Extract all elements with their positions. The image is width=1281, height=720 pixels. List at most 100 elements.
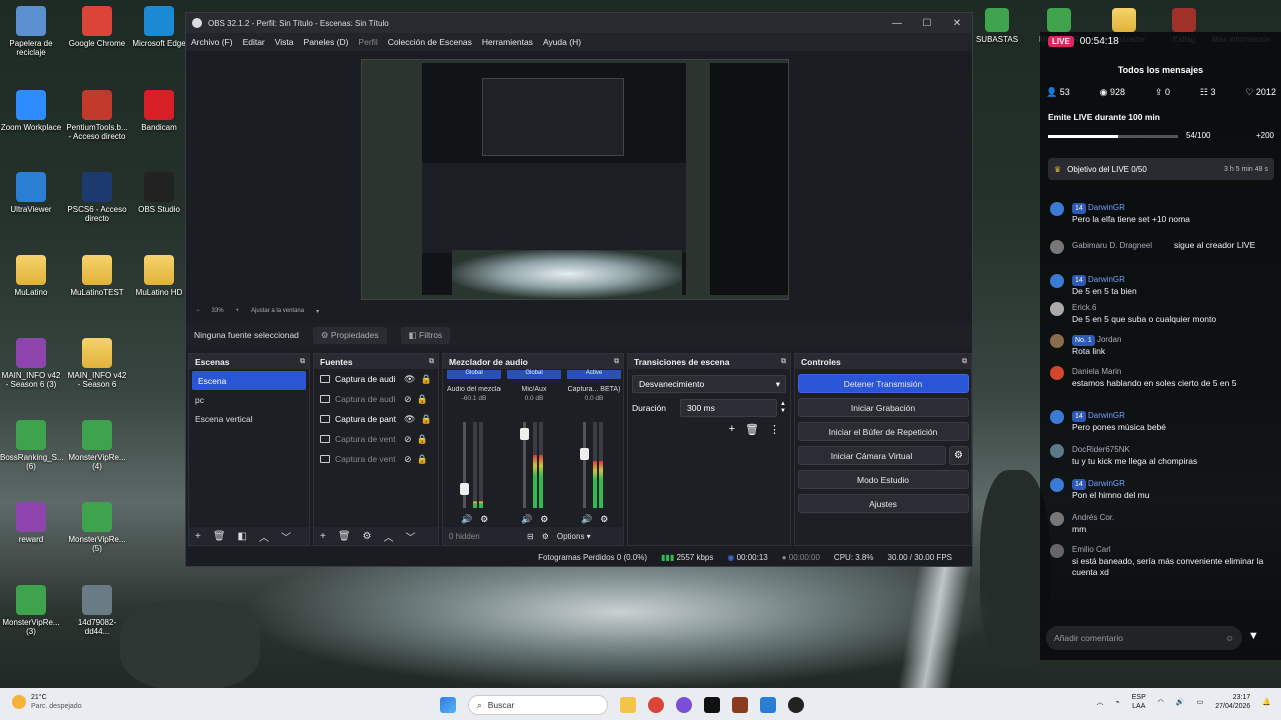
weather-widget[interactable]: 21°C Parc. despejado — [12, 693, 82, 711]
avatar[interactable] — [1050, 512, 1064, 526]
chevron-down-icon[interactable]: ﹀ — [406, 529, 416, 544]
desktop-icon[interactable]: reward — [0, 502, 62, 544]
avatar[interactable] — [1050, 544, 1064, 558]
desktop-icon[interactable]: PentiumTools.b... - Acceso directo — [66, 90, 128, 141]
scene-item[interactable]: Escena — [192, 371, 306, 390]
gear-icon[interactable]: ⚙ — [948, 446, 969, 465]
slider-knob[interactable] — [520, 427, 529, 440]
desktop-icon[interactable]: SUBASTAS — [968, 8, 1026, 44]
slider-knob[interactable] — [580, 447, 589, 460]
preview-canvas[interactable] — [361, 59, 789, 300]
avatar[interactable] — [1050, 274, 1064, 288]
gear-icon[interactable]: ⚙ — [600, 514, 608, 525]
eye-off-icon[interactable]: ⊘ — [404, 394, 412, 405]
game-icon[interactable] — [732, 697, 748, 713]
desktop-icon[interactable]: MuLatino — [0, 255, 62, 297]
volume-slider[interactable] — [580, 422, 589, 508]
desktop-icon[interactable]: 14d79082-dd44... — [66, 585, 128, 636]
chat-username[interactable]: Emilio Carl — [1072, 544, 1111, 555]
chat-username[interactable]: Andrés Cor. — [1072, 512, 1114, 523]
search-box[interactable]: ⌕ Buscar — [468, 695, 608, 715]
title-bar[interactable]: OBS 32.1.2 - Perfil: Sin Título - Escena… — [186, 13, 972, 33]
notification-icon[interactable]: 🔔 — [1262, 698, 1271, 706]
chevron-up-icon[interactable]: ︿ — [384, 529, 394, 544]
layout-icon[interactable]: ⊟ — [527, 532, 534, 541]
chat-username[interactable]: Gabimaru D. Dragneel — [1072, 240, 1152, 251]
messenger-icon[interactable] — [676, 697, 692, 713]
lock-icon[interactable]: 🔒 — [417, 394, 428, 405]
volume-slider[interactable] — [460, 422, 469, 508]
desktop-icon[interactable]: MuLatinoTEST — [66, 255, 128, 297]
options-button[interactable]: Options ▾ — [557, 532, 591, 541]
menu-docks[interactable]: Paneles (D) — [304, 37, 349, 47]
minimize-icon[interactable]: — — [882, 18, 912, 29]
chat-username[interactable]: No. 1 Jordan — [1072, 334, 1121, 346]
spin-arrows-icon[interactable]: ▲ ▼ — [780, 401, 786, 415]
source-item[interactable]: Captura de vent ⊘ 🔒 — [314, 449, 438, 469]
ultraviewer-icon[interactable] — [760, 697, 776, 713]
menu-file[interactable]: Archivo (F) — [191, 37, 233, 47]
chat-username[interactable]: 14 DarwinGR — [1072, 478, 1125, 490]
tiktok-icon[interactable] — [704, 697, 720, 713]
more-vertical-icon[interactable]: ⋮ — [769, 423, 780, 436]
emoji-icon[interactable]: ☺ — [1225, 633, 1234, 643]
zoom-level[interactable]: 33% — [212, 308, 224, 314]
eye-icon[interactable]: 👁 — [404, 414, 415, 425]
eye-off-icon[interactable]: ⊘ — [404, 454, 412, 465]
source-item[interactable]: Captura de audi ⊘ 🔒 — [314, 389, 438, 409]
avatar[interactable] — [1050, 334, 1064, 348]
gear-icon[interactable]: ⚙ — [542, 532, 549, 541]
properties-button[interactable]: ⚙ Propiedades — [312, 326, 387, 344]
chat-username[interactable]: DocRider675NK — [1072, 444, 1130, 455]
source-item[interactable]: Captura de vent ⊘ 🔒 — [314, 429, 438, 449]
avatar[interactable] — [1050, 302, 1064, 316]
menu-edit[interactable]: Editar — [243, 37, 265, 47]
menu-tools[interactable]: Herramientas — [482, 37, 533, 47]
desktop-icon[interactable]: MAIN_INFO v42 - Season 6 (3) — [0, 338, 62, 389]
fit-to-window[interactable]: Ajustar a la ventana — [251, 308, 304, 314]
eye-off-icon[interactable]: ⊘ — [404, 434, 412, 445]
gear-icon[interactable]: ⚙ — [540, 514, 548, 525]
scene-item[interactable]: Escena vertical — [189, 409, 309, 428]
avatar[interactable] — [1050, 366, 1064, 380]
gear-icon[interactable]: ⚙ — [480, 514, 488, 525]
duration-input[interactable]: 300 ms — [680, 399, 778, 417]
avatar[interactable] — [1050, 478, 1064, 492]
trash-icon[interactable]: 🗑 — [213, 531, 226, 542]
gear-icon[interactable]: ⚙ — [363, 531, 372, 542]
desktop-icon[interactable]: UltraViewer — [0, 172, 62, 214]
desktop-icon[interactable]: Zoom Workplace — [0, 90, 62, 132]
hidden-count[interactable]: 0 hidden — [449, 532, 519, 541]
clock[interactable]: 23:17 27/04/2026 — [1215, 693, 1250, 711]
avatar[interactable] — [1050, 240, 1064, 254]
desktop-icon[interactable]: MonsterVipRe... (3) — [0, 585, 62, 636]
source-item[interactable]: Captura de audi 👁 🔒 — [314, 369, 438, 389]
desktop-icon[interactable]: MuLatino HD — [128, 255, 190, 297]
desktop-icon[interactable]: OBS Studio — [128, 172, 190, 214]
zoom-out-icon[interactable]: − — [196, 308, 200, 314]
eye-icon[interactable]: 👁 — [404, 374, 415, 385]
desktop-icon[interactable]: MAIN_INFO v42 - Season 6 — [66, 338, 128, 389]
language[interactable]: ESP LAA — [1132, 693, 1146, 711]
filter-icon[interactable]: ◧ — [238, 531, 247, 542]
undock-icon[interactable]: ⧉ — [614, 358, 619, 366]
undock-icon[interactable]: ⧉ — [429, 358, 434, 366]
trash-icon[interactable]: 🗑 — [338, 531, 351, 542]
undock-icon[interactable]: ⧉ — [962, 358, 967, 366]
start-replay-buffer-button[interactable]: Iniciar el Búfer de Repetición — [797, 422, 969, 441]
chat-username[interactable]: Daniela Marin — [1072, 366, 1121, 377]
desktop-icon[interactable]: Bandicam — [128, 90, 190, 132]
add-icon[interactable]: + — [320, 531, 326, 542]
chevron-up-icon[interactable]: ︿ — [259, 529, 269, 544]
menu-profile[interactable]: Perfil — [358, 37, 377, 47]
close-icon[interactable]: ✕ — [942, 18, 972, 29]
lock-icon[interactable]: 🔒 — [417, 454, 428, 465]
desktop-icon[interactable]: Papelera de reciclaje — [0, 6, 62, 57]
avatar[interactable] — [1050, 202, 1064, 216]
start-virtual-camera-button[interactable]: Iniciar Cámara Virtual — [797, 446, 946, 465]
desktop-icon[interactable]: BossRanking_S... (6) — [0, 420, 64, 471]
desktop-icon[interactable]: MonsterVipRe... (4) — [66, 420, 128, 471]
desktop-icon[interactable]: PSCS6 - Acceso directo — [66, 172, 128, 223]
menu-scene-collection[interactable]: Colección de Escenas — [388, 37, 472, 47]
chat-filter-title[interactable]: Todos los mensajes — [1040, 65, 1281, 75]
